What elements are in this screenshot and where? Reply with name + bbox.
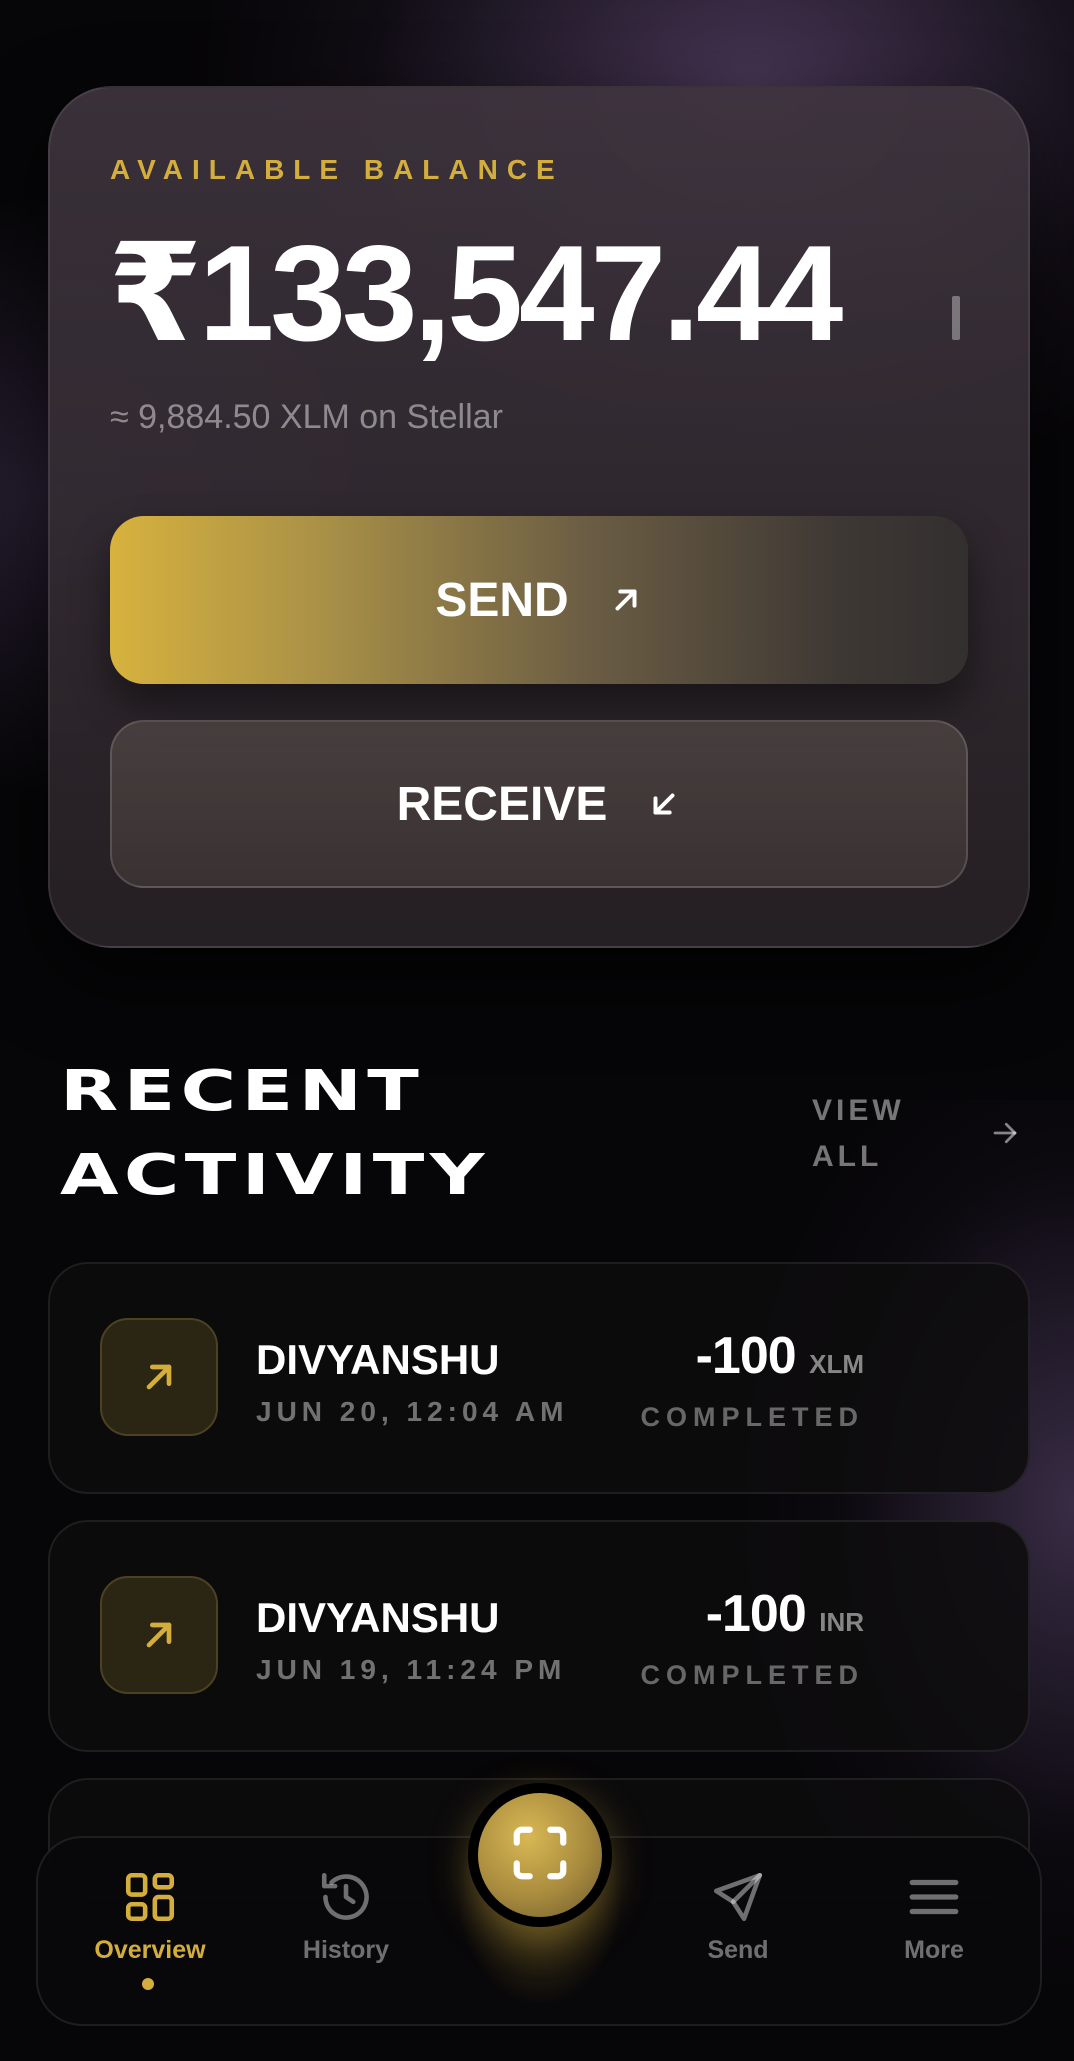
transaction-status: COMPLETED	[640, 1660, 864, 1690]
nav-label: History	[302, 1936, 390, 1964]
nav-more[interactable]: More	[854, 1868, 1014, 1965]
scan-button[interactable]	[468, 1783, 612, 1927]
nav-label: Send	[707, 1936, 769, 1964]
arrow-up-right-icon	[609, 583, 643, 617]
nav-label: Overview	[94, 1936, 206, 1964]
send-button-label: SEND	[435, 573, 569, 627]
nav-label: More	[904, 1936, 964, 1964]
menu-icon	[854, 1868, 1014, 1926]
transaction-name: DIVYANSHU	[256, 1336, 500, 1383]
balance-xlm-equivalent: ≈ 9,884.50 XLM on Stellar	[110, 398, 503, 436]
arrow-down-left-icon	[647, 787, 681, 821]
send-button[interactable]: SEND	[110, 516, 968, 684]
transaction-card[interactable]: DIVYANSHU JUN 20, 12:04 AM -100 XLM COMP…	[48, 1262, 1030, 1494]
paper-plane-icon	[658, 1868, 818, 1926]
balance-label: AVAILABLE BALANCE	[110, 154, 564, 185]
sent-arrow-icon	[100, 1318, 218, 1436]
nav-send[interactable]: Send	[658, 1868, 818, 1965]
arrow-right-icon[interactable]	[990, 1118, 1020, 1153]
receive-button[interactable]: RECEIVE	[110, 720, 968, 888]
transaction-date: JUN 20, 12:04 AM	[256, 1396, 569, 1427]
grid-icon	[70, 1868, 230, 1926]
nav-overview[interactable]: Overview	[70, 1868, 230, 1965]
scan-icon	[509, 1822, 571, 1889]
sent-arrow-icon	[100, 1576, 218, 1694]
transaction-card[interactable]: DIVYANSHU JUN 19, 11:24 PM -100 INR COMP…	[48, 1520, 1030, 1752]
transaction-status: COMPLETED	[640, 1402, 864, 1432]
text-caret	[952, 296, 960, 340]
nav-history[interactable]: History	[266, 1868, 426, 1965]
view-all-link[interactable]: VIEW ALL	[812, 1088, 905, 1180]
active-indicator-dot	[142, 1978, 154, 1990]
recent-activity-title: RECENT ACTIVITY	[60, 1059, 490, 1208]
receive-button-label: RECEIVE	[396, 777, 608, 831]
transaction-amount: -100 XLM	[695, 1327, 864, 1385]
transaction-amount: -100 INR	[705, 1585, 864, 1643]
transaction-date: JUN 19, 11:24 PM	[256, 1654, 567, 1685]
balance-amount: ₹133,547.44	[108, 217, 843, 369]
history-icon	[266, 1868, 426, 1926]
transaction-name: DIVYANSHU	[256, 1594, 500, 1641]
